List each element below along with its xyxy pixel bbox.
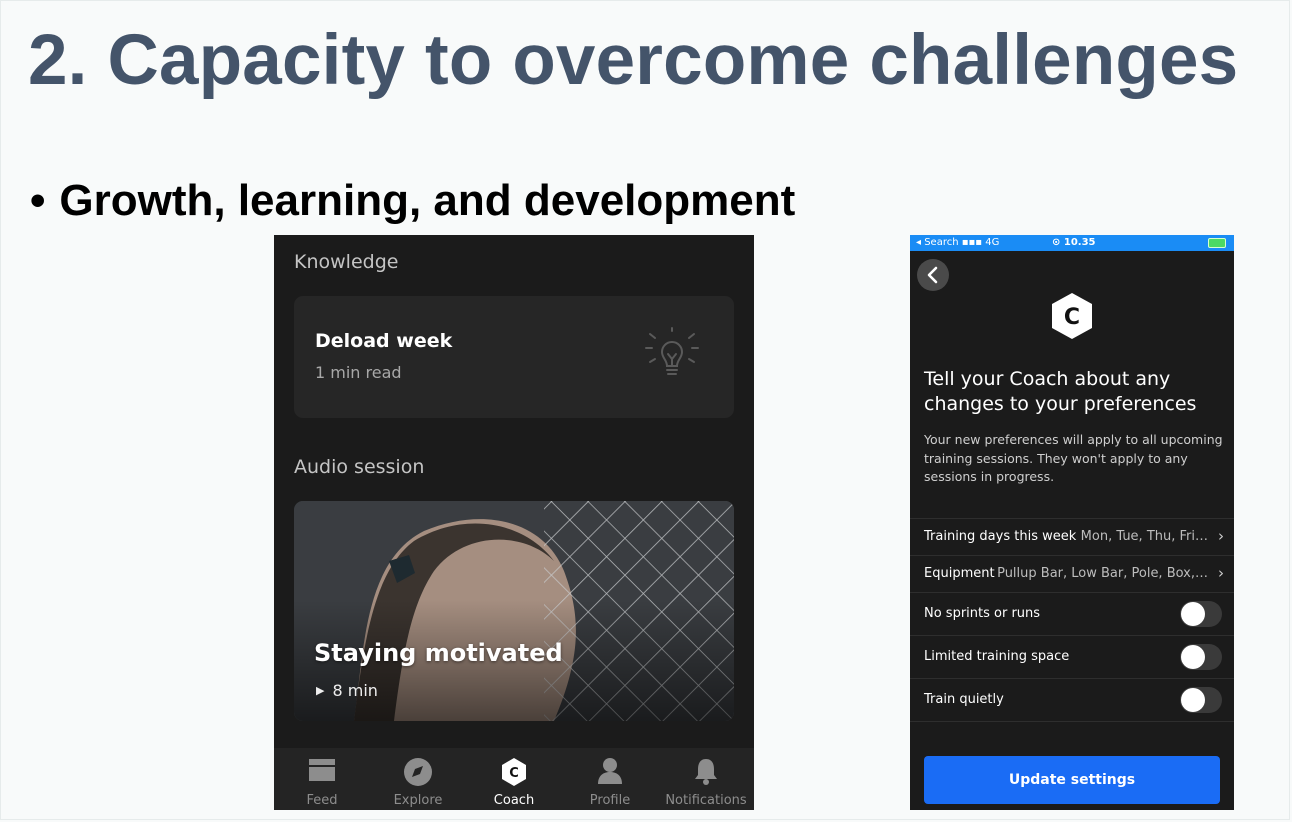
slide-title: 2. Capacity to overcome challenges <box>28 21 1239 100</box>
bullet-text: Growth, learning, and development <box>59 176 796 225</box>
play-icon: ▶ <box>316 684 325 697</box>
tab-explore[interactable]: Explore <box>370 748 466 810</box>
divider <box>910 721 1234 722</box>
coach-app-screen: Knowledge Deload week 1 min read Audio s… <box>274 235 754 810</box>
knowledge-heading: Knowledge <box>294 251 399 273</box>
train-quietly-toggle[interactable] <box>1180 687 1222 713</box>
chevron-left-icon <box>927 266 938 284</box>
coach-icon-letter: C <box>509 766 519 781</box>
audio-session-title: Staying motivated <box>314 639 563 667</box>
coach-logo-icon: C <box>1052 293 1092 339</box>
preferences-screen: ◂ Search ▪▪▪ 4G ⊙ 10.35 C Tell your Coac… <box>910 235 1234 810</box>
tab-profile[interactable]: Profile <box>562 748 658 810</box>
status-time: ⊙ 10.35 <box>1052 237 1096 248</box>
tab-coach[interactable]: C Coach <box>466 748 562 810</box>
tab-profile-label: Profile <box>589 793 631 808</box>
preferences-heading: Tell your Coach about any changes to you… <box>924 368 1197 415</box>
toggle-knob <box>1181 688 1205 712</box>
knowledge-card-title: Deload week <box>315 330 453 352</box>
duration-text: 8 min <box>332 681 378 700</box>
status-back-search[interactable]: ◂ Search ▪▪▪ 4G <box>916 237 999 248</box>
coach-icon: C <box>502 758 526 786</box>
training-days-value: Mon, Tue, Thu, Fri… <box>1080 529 1208 544</box>
tab-coach-label: Coach <box>493 793 535 808</box>
update-settings-button[interactable]: Update settings <box>924 756 1220 804</box>
audio-session-card[interactable]: Staying motivated ▶ 8 min <box>294 501 734 721</box>
equipment-row[interactable]: Equipment Pullup Bar, Low Bar, Pole, Box… <box>910 555 1234 592</box>
limited-space-toggle[interactable] <box>1180 644 1222 670</box>
tab-notifications-label: Notifications <box>665 793 747 808</box>
chevron-right-icon: › <box>1218 527 1224 545</box>
settings-list: Training days this week Mon, Tue, Thu, F… <box>910 518 1234 722</box>
tab-notifications[interactable]: Notifications <box>658 748 754 810</box>
training-days-row[interactable]: Training days this week Mon, Tue, Thu, F… <box>910 518 1234 555</box>
lightbulb-icon <box>645 327 699 375</box>
no-sprints-row: No sprints or runs <box>910 592 1234 635</box>
toggle-knob <box>1181 645 1205 669</box>
bottom-tab-bar: Feed Explore C Coach Profile Notificatio… <box>274 748 754 810</box>
bullet-point: • Growth, learning, and development <box>30 176 795 226</box>
knowledge-card[interactable]: Deload week 1 min read <box>294 296 734 418</box>
no-sprints-toggle[interactable] <box>1180 601 1222 627</box>
limited-space-label: Limited training space <box>924 649 1070 664</box>
preferences-description: Your new preferences will apply to all u… <box>924 432 1223 484</box>
tab-feed[interactable]: Feed <box>274 748 370 810</box>
chevron-right-icon: › <box>1218 564 1224 582</box>
train-quietly-row: Train quietly <box>910 678 1234 721</box>
status-bar: ◂ Search ▪▪▪ 4G ⊙ 10.35 <box>910 235 1234 251</box>
toggle-knob <box>1181 602 1205 626</box>
audio-heading: Audio session <box>294 456 425 478</box>
knowledge-card-subtitle: 1 min read <box>315 363 402 382</box>
audio-session-duration: ▶ 8 min <box>316 681 378 700</box>
train-quietly-label: Train quietly <box>924 692 1004 707</box>
profile-icon <box>598 758 622 784</box>
tab-feed-label: Feed <box>306 793 338 808</box>
coach-logo-letter: C <box>1064 305 1080 330</box>
equipment-label: Equipment <box>924 566 995 581</box>
feed-icon <box>309 759 335 781</box>
training-days-label: Training days this week <box>924 529 1077 544</box>
limited-space-row: Limited training space <box>910 635 1234 678</box>
bell-icon <box>695 759 717 785</box>
back-button[interactable] <box>917 259 949 291</box>
compass-icon <box>404 758 432 786</box>
no-sprints-label: No sprints or runs <box>924 606 1041 621</box>
tab-explore-label: Explore <box>393 793 443 808</box>
bullet-mark: • <box>30 176 46 225</box>
equipment-value: Pullup Bar, Low Bar, Pole, Box,… <box>997 566 1208 581</box>
battery-icon <box>1208 238 1226 248</box>
